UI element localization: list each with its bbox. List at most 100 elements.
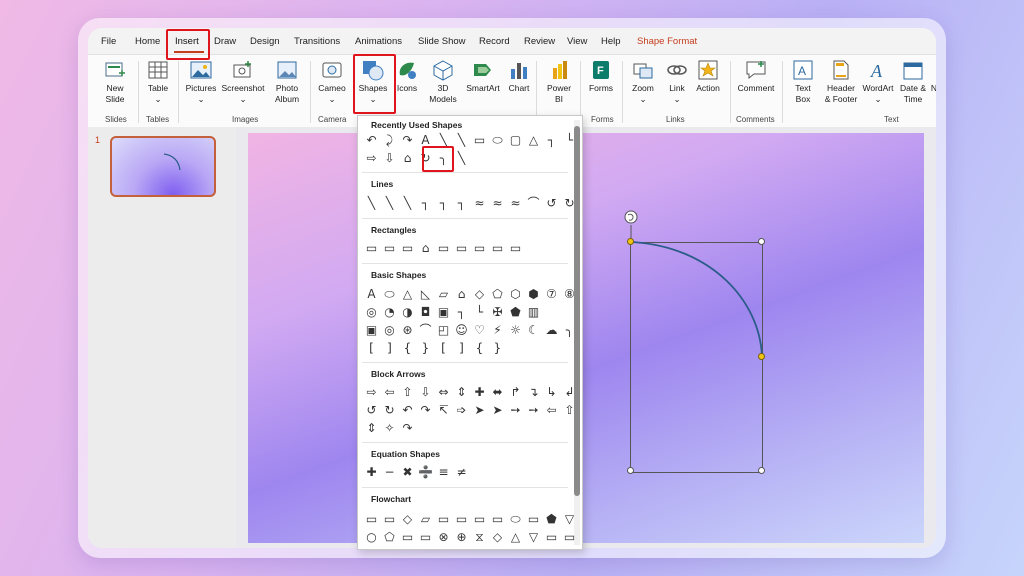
shape-option-icon[interactable]: ⌂ bbox=[418, 241, 433, 256]
text-box-button[interactable]: A Text Box bbox=[788, 59, 818, 105]
shape-option-icon[interactable]: ▭ bbox=[526, 512, 541, 527]
shape-option-icon[interactable]: ○ bbox=[364, 530, 379, 545]
shape-option-icon[interactable]: ▭ bbox=[364, 512, 379, 527]
shape-option-icon[interactable]: ▭ bbox=[472, 241, 487, 256]
shape-option-icon[interactable]: △ bbox=[400, 287, 415, 302]
comment-button[interactable]: Comment bbox=[736, 59, 776, 94]
shape-option-icon[interactable]: ⇕ bbox=[364, 421, 379, 436]
shape-option-icon[interactable]: ▥ bbox=[526, 305, 541, 320]
action-button[interactable]: Action bbox=[692, 59, 724, 94]
shape-option-icon[interactable]: ▭ bbox=[418, 530, 433, 545]
shape-option-icon[interactable]: ▭ bbox=[400, 530, 415, 545]
screenshot-button[interactable]: Screenshot ⌄ bbox=[221, 59, 265, 105]
shape-option-icon[interactable]: ↲ bbox=[562, 385, 577, 400]
shape-option-icon[interactable]: ▭ bbox=[454, 512, 469, 527]
shape-option-icon[interactable]: ╲ bbox=[400, 196, 415, 211]
shape-option-icon[interactable]: ✧ bbox=[382, 421, 397, 436]
shape-option-icon[interactable]: ⇧ bbox=[562, 403, 577, 418]
shape-option-icon[interactable]: ➤ bbox=[472, 403, 487, 418]
shape-option-icon[interactable]: ⬭ bbox=[490, 133, 505, 148]
shape-option-icon[interactable]: ⚡ bbox=[490, 323, 505, 338]
resize-handle-top-right[interactable] bbox=[758, 238, 765, 245]
shape-option-icon[interactable]: [ bbox=[436, 341, 451, 356]
link-button[interactable]: Link ⌄ bbox=[664, 59, 690, 105]
shape-option-icon[interactable]: ◘ bbox=[418, 305, 433, 320]
shape-option-icon[interactable]: ┐ bbox=[436, 196, 451, 211]
shape-option-icon[interactable]: ▭ bbox=[436, 241, 451, 256]
shape-option-icon[interactable]: ♡ bbox=[472, 323, 487, 338]
shape-option-icon[interactable]: △ bbox=[508, 530, 523, 545]
shape-option-icon[interactable]: △ bbox=[526, 133, 541, 148]
shape-option-icon[interactable]: ⬠ bbox=[490, 287, 505, 302]
shape-option-icon[interactable]: ☾ bbox=[526, 323, 541, 338]
shape-option-icon[interactable]: ✠ bbox=[490, 305, 505, 320]
shape-option-icon[interactable]: [ bbox=[364, 341, 379, 356]
shape-option-icon[interactable]: ╲ bbox=[454, 151, 469, 166]
shape-option-icon[interactable]: ⇧ bbox=[400, 385, 415, 400]
shape-option-icon[interactable]: ☺ bbox=[454, 323, 469, 338]
shape-option-icon[interactable]: ▱ bbox=[418, 512, 433, 527]
shape-option-icon[interactable]: ▭ bbox=[508, 241, 523, 256]
shape-option-icon[interactable]: ⬌ bbox=[490, 385, 505, 400]
shape-option-icon[interactable]: ↻ bbox=[382, 403, 397, 418]
shape-option-icon[interactable]: └ bbox=[562, 133, 577, 148]
shape-option-icon[interactable]: ✚ bbox=[472, 385, 487, 400]
shape-option-icon[interactable]: ⧖ bbox=[472, 530, 487, 545]
zoom-button[interactable]: Zoom ⌄ bbox=[628, 59, 658, 105]
tab-animations[interactable]: Animations bbox=[355, 36, 402, 47]
shape-option-icon[interactable]: ▭ bbox=[562, 530, 577, 545]
shape-option-icon[interactable]: ╲ bbox=[364, 196, 379, 211]
shape-option-icon[interactable]: ↺ bbox=[544, 196, 559, 211]
shape-option-icon[interactable]: ⇩ bbox=[418, 385, 433, 400]
shape-option-icon[interactable]: ≈ bbox=[472, 196, 487, 211]
shape-option-icon[interactable]: ◺ bbox=[418, 287, 433, 302]
shape-option-icon[interactable]: } bbox=[490, 341, 505, 356]
shape-option-icon[interactable]: ◑ bbox=[400, 305, 415, 320]
shape-option-icon[interactable]: ▭ bbox=[400, 241, 415, 256]
shape-option-icon[interactable]: − bbox=[382, 465, 397, 480]
pictures-button[interactable]: Pictures ⌄ bbox=[184, 59, 218, 105]
shape-option-icon[interactable]: } bbox=[418, 341, 433, 356]
shape-option-icon[interactable]: ↸ bbox=[436, 403, 451, 418]
forms-button[interactable]: F Forms bbox=[586, 59, 616, 94]
tab-design[interactable]: Design bbox=[250, 36, 280, 47]
slide-number-button[interactable]: N bbox=[930, 59, 936, 94]
shape-option-icon[interactable]: ▭ bbox=[490, 241, 505, 256]
power-bi-button[interactable]: Power BI bbox=[544, 59, 574, 105]
shape-option-icon[interactable]: ✚ bbox=[364, 465, 379, 480]
3d-models-button[interactable]: 3D Models bbox=[424, 59, 462, 105]
shape-option-icon[interactable]: ⊗ bbox=[436, 530, 451, 545]
new-slide-button[interactable]: New Slide bbox=[98, 59, 132, 105]
shape-option-icon[interactable]: ] bbox=[454, 341, 469, 356]
resize-handle-bottom-left[interactable] bbox=[627, 467, 634, 474]
shapes-gallery-dropdown[interactable]: Recently Used Shapes ↶ ⤸ ↷ A ╲ ╲ ▭ ⬭ ▢ △ ┐ └ ⇨ ⇩ ⌂ ↻ ╮ ╲… bbox=[357, 115, 583, 550]
shape-option-icon[interactable]: ➤ bbox=[490, 403, 505, 418]
shape-option-icon[interactable]: ⌂ bbox=[400, 151, 415, 166]
shape-option-icon[interactable]: ◎ bbox=[382, 323, 397, 338]
resize-handle-bottom-right[interactable] bbox=[758, 467, 765, 474]
table-button[interactable]: Table ⌄ bbox=[144, 59, 172, 105]
shape-option-icon[interactable]: ↱ bbox=[508, 385, 523, 400]
arc-selection-box[interactable] bbox=[630, 242, 763, 473]
shape-option-icon[interactable]: ╮ bbox=[562, 323, 577, 338]
tab-transitions[interactable]: Transitions bbox=[294, 36, 340, 47]
gallery-scrollbar-thumb[interactable] bbox=[574, 126, 580, 496]
shape-option-icon[interactable]: ▽ bbox=[562, 512, 577, 527]
shape-option-icon[interactable]: ↷ bbox=[418, 403, 433, 418]
shape-option-icon[interactable]: ➗ bbox=[418, 465, 433, 480]
chart-button[interactable]: Chart bbox=[506, 59, 532, 94]
shape-option-icon[interactable]: ⇩ bbox=[382, 151, 397, 166]
shape-option-icon[interactable]: ☁ bbox=[544, 323, 559, 338]
photo-album-button[interactable]: Photo Album bbox=[270, 59, 304, 105]
shape-option-icon[interactable]: ▣ bbox=[364, 323, 379, 338]
tab-home[interactable]: Home bbox=[135, 36, 160, 47]
shape-option-icon[interactable]: ⊕ bbox=[454, 530, 469, 545]
shape-option-icon[interactable]: ▣ bbox=[436, 305, 451, 320]
shape-option-icon[interactable]: { bbox=[472, 341, 487, 356]
shape-option-icon[interactable]: ▭ bbox=[472, 133, 487, 148]
shape-option-icon[interactable]: ≠ bbox=[454, 465, 469, 480]
shape-option-icon[interactable]: ⬡ bbox=[508, 287, 523, 302]
shape-option-icon[interactable]: ⬠ bbox=[382, 530, 397, 545]
shape-option-icon[interactable]: ⬢ bbox=[526, 287, 541, 302]
shape-option-icon[interactable]: ⇨ bbox=[364, 385, 379, 400]
